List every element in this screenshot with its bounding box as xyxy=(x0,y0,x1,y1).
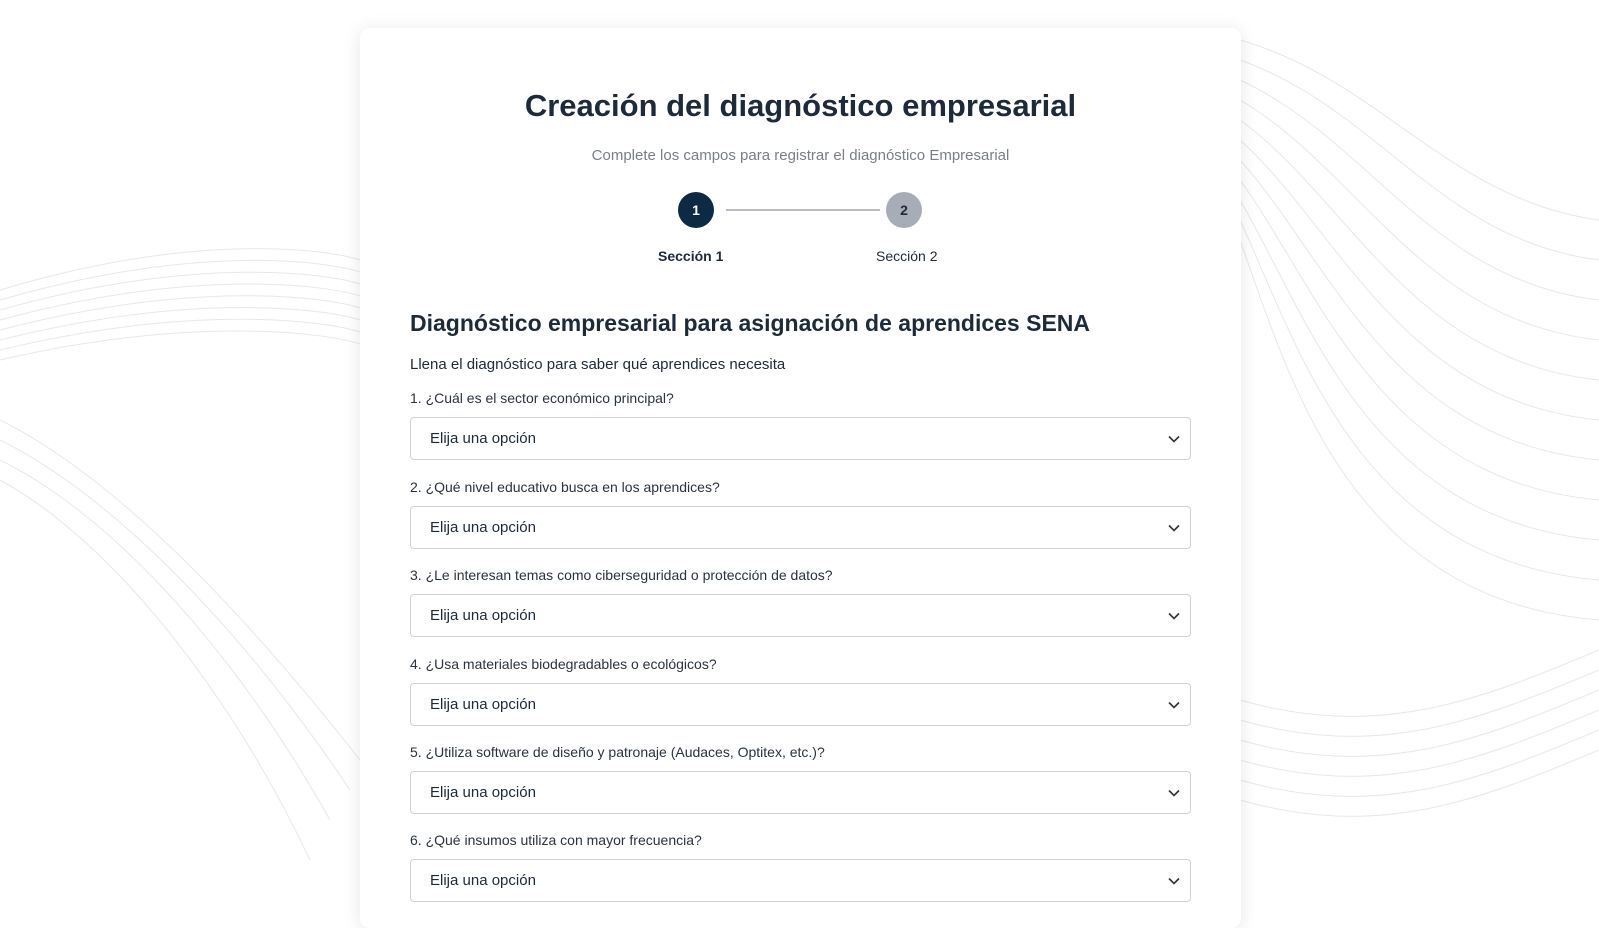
question-6-selected-value: Elija una opción xyxy=(430,872,536,889)
page-subtitle: Complete los campos para registrar el di… xyxy=(591,147,1010,164)
page-title: Creación del diagnóstico empresarial xyxy=(524,88,1077,123)
stepper: 1 2 Sección 1 Sección 2 xyxy=(360,192,1241,272)
question-3: 3. ¿Le interesan temas como cibersegurid… xyxy=(410,567,1191,637)
question-3-selected-value: Elija una opción xyxy=(430,607,536,624)
question-6-label: 6. ¿Qué insumos utiliza con mayor frecue… xyxy=(410,832,702,848)
question-5-select[interactable]: Elija una opción xyxy=(410,771,1191,814)
question-2-selected-value: Elija una opción xyxy=(430,519,536,536)
question-2: 2. ¿Qué nivel educativo busca en los apr… xyxy=(410,479,1191,549)
section-description: Llena el diagnóstico para saber qué apre… xyxy=(410,356,786,373)
chevron-down-icon xyxy=(1168,524,1180,532)
step-1-label: Sección 1 xyxy=(658,248,724,264)
question-6: 6. ¿Qué insumos utiliza con mayor frecue… xyxy=(410,832,1191,902)
question-4-label: 4. ¿Usa materiales biodegradables o ecol… xyxy=(410,656,717,672)
question-3-select[interactable]: Elija una opción xyxy=(410,594,1191,637)
chevron-down-icon xyxy=(1168,701,1180,709)
step-2-label: Sección 2 xyxy=(876,248,938,264)
question-2-select[interactable]: Elija una opción xyxy=(410,506,1191,549)
question-2-label: 2. ¿Qué nivel educativo busca en los apr… xyxy=(410,479,720,495)
step-1-indicator[interactable]: 1 xyxy=(678,192,714,228)
question-5-label: 5. ¿Utiliza software de diseño y patrona… xyxy=(410,744,825,760)
question-4: 4. ¿Usa materiales biodegradables o ecol… xyxy=(410,656,1191,726)
diagnostic-form-card: Creación del diagnóstico empresarial Com… xyxy=(360,28,1241,928)
section-title: Diagnóstico empresarial para asignación … xyxy=(410,310,1091,336)
chevron-down-icon xyxy=(1168,789,1180,797)
step-2-indicator[interactable]: 2 xyxy=(886,192,922,228)
chevron-down-icon xyxy=(1168,612,1180,620)
question-4-selected-value: Elija una opción xyxy=(430,696,536,713)
question-5-selected-value: Elija una opción xyxy=(430,784,536,801)
question-1-select[interactable]: Elija una opción xyxy=(410,417,1191,460)
question-5: 5. ¿Utiliza software de diseño y patrona… xyxy=(410,744,1191,814)
chevron-down-icon xyxy=(1168,435,1180,443)
question-1-label: 1. ¿Cuál es el sector económico principa… xyxy=(410,390,674,406)
chevron-down-icon xyxy=(1168,877,1180,885)
question-1-selected-value: Elija una opción xyxy=(430,430,536,447)
question-4-select[interactable]: Elija una opción xyxy=(410,683,1191,726)
question-1: 1. ¿Cuál es el sector económico principa… xyxy=(410,390,1191,460)
step-connector xyxy=(726,209,880,211)
question-3-label: 3. ¿Le interesan temas como cibersegurid… xyxy=(410,567,833,583)
question-6-select[interactable]: Elija una opción xyxy=(410,859,1191,902)
